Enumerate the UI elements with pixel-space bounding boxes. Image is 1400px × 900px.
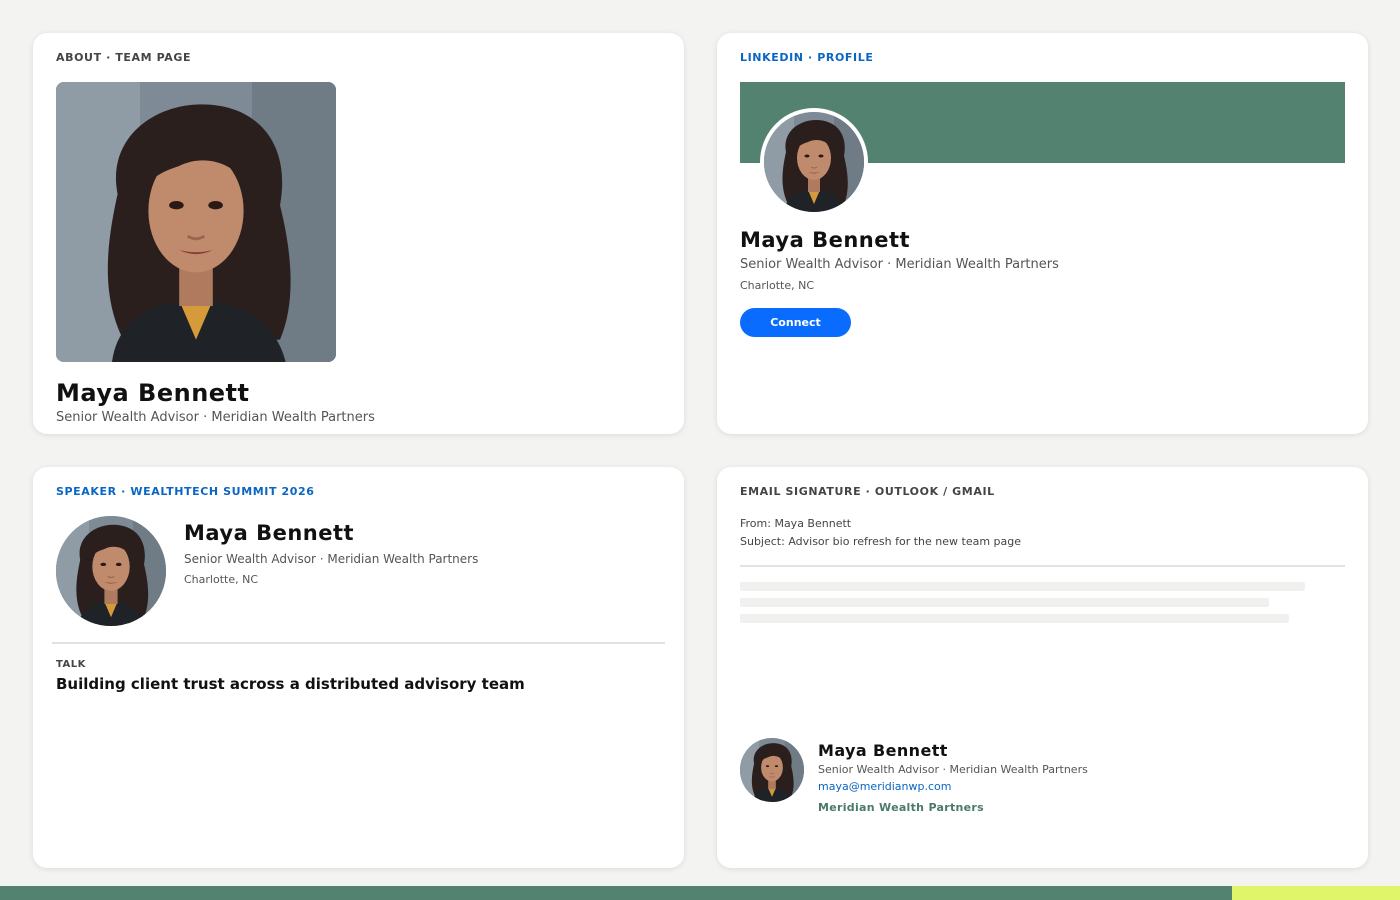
team-card-eyebrow: ABOUT · TEAM PAGE [56, 51, 192, 64]
connect-button[interactable]: Connect [740, 308, 851, 337]
email-body-placeholder-line [740, 614, 1289, 623]
linkedin-location: Charlotte, NC [740, 279, 814, 292]
speaker-avatar [56, 516, 166, 626]
speaker-name: Maya Bennett [184, 521, 355, 545]
speaker-location: Charlotte, NC [184, 573, 258, 586]
speaker-card-eyebrow: SPEAKER · WEALTHTECH SUMMIT 2026 [56, 485, 315, 498]
footer-accent-bar [1232, 886, 1400, 900]
linkedin-role: Senior Wealth Advisor · Meridian Wealth … [740, 257, 1059, 272]
linkedin-avatar[interactable] [760, 108, 868, 216]
team-page-card: ABOUT · TEAM PAGE Maya Bennett Senior We… [33, 33, 684, 434]
speaker-role: Senior Wealth Advisor · Meridian Wealth … [184, 552, 479, 566]
linkedin-card-eyebrow: LINKEDIN · PROFILE [740, 51, 874, 64]
email-body-placeholder-line [740, 598, 1269, 607]
speaker-divider [52, 642, 665, 644]
linkedin-name: Maya Bennett [740, 228, 911, 252]
team-card-role: Senior Wealth Advisor · Meridian Wealth … [56, 410, 375, 425]
person-portrait-icon [740, 738, 804, 802]
signature-role: Senior Wealth Advisor · Meridian Wealth … [818, 763, 1088, 776]
team-card-name: Maya Bennett [56, 379, 250, 407]
signature-email-link[interactable]: maya@meridianwp.com [818, 780, 952, 793]
email-signature-card: EMAIL SIGNATURE · OUTLOOK / GMAIL From: … [717, 467, 1368, 868]
person-portrait-icon [56, 82, 336, 362]
talk-title: Building client trust across a distribut… [56, 675, 525, 693]
signature-avatar [740, 738, 804, 802]
signature-company: Meridian Wealth Partners [818, 801, 984, 814]
email-subject-line: Subject: Advisor bio refresh for the new… [740, 535, 1022, 548]
signature-name: Maya Bennett [818, 741, 948, 760]
footer-brand-bar [0, 886, 1400, 900]
linkedin-profile-card: LINKEDIN · PROFILE Maya Bennett Senior W… [717, 33, 1368, 434]
person-portrait-icon [56, 516, 166, 626]
team-portrait-photo [56, 82, 336, 362]
talk-label: TALK [56, 659, 86, 670]
email-from-line: From: Maya Bennett [740, 517, 852, 530]
email-body-placeholder-line [740, 582, 1305, 591]
speaker-card: SPEAKER · WEALTHTECH SUMMIT 2026 Maya Be… [33, 467, 684, 868]
person-portrait-icon [764, 112, 864, 212]
email-card-eyebrow: EMAIL SIGNATURE · OUTLOOK / GMAIL [740, 485, 995, 498]
email-divider [740, 565, 1345, 567]
